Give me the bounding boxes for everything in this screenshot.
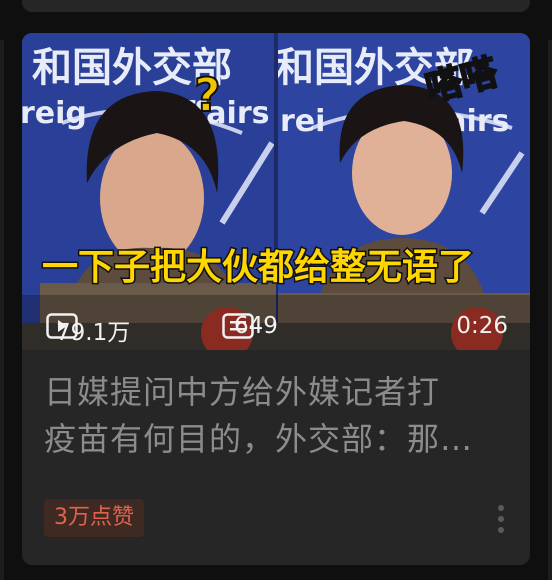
likes-badge: 3万点赞 [44, 499, 144, 537]
more-vertical-icon[interactable] [497, 505, 505, 535]
video-duration: 0:26 [456, 313, 508, 339]
banner-sub-right2: rei [280, 104, 325, 139]
views-stat: 79.1万 [46, 313, 130, 347]
video-title-line1: 日媒提问中方给外媒记者打 [44, 373, 441, 411]
comment-icon [222, 313, 254, 339]
video-thumbnail[interactable]: 和国外交部 和国外交部 reig ffairs rei ffairs ? 嗒嗒 … [22, 33, 530, 350]
comments-stat: 649 [222, 313, 278, 339]
video-title[interactable]: 日媒提问中方给外媒记者打 疫苗有何目的，外交部：那… [44, 369, 514, 463]
video-stats-bar: 79.1万 649 0:26 [22, 301, 530, 350]
left-neighbor-card [0, 40, 4, 580]
previous-card[interactable] [22, 0, 530, 12]
right-neighbor-card [548, 40, 552, 580]
thumbnail-caption: 一下子把大伙都给整无语了 [42, 247, 474, 288]
play-icon [46, 313, 78, 339]
question-sticker: ? [194, 68, 221, 122]
video-card[interactable]: 和国外交部 和国外交部 reig ffairs rei ffairs ? 嗒嗒 … [22, 33, 530, 565]
banner-sub-left: reig [22, 96, 87, 131]
video-title-line2: 疫苗有何目的，外交部：那… [44, 420, 474, 458]
